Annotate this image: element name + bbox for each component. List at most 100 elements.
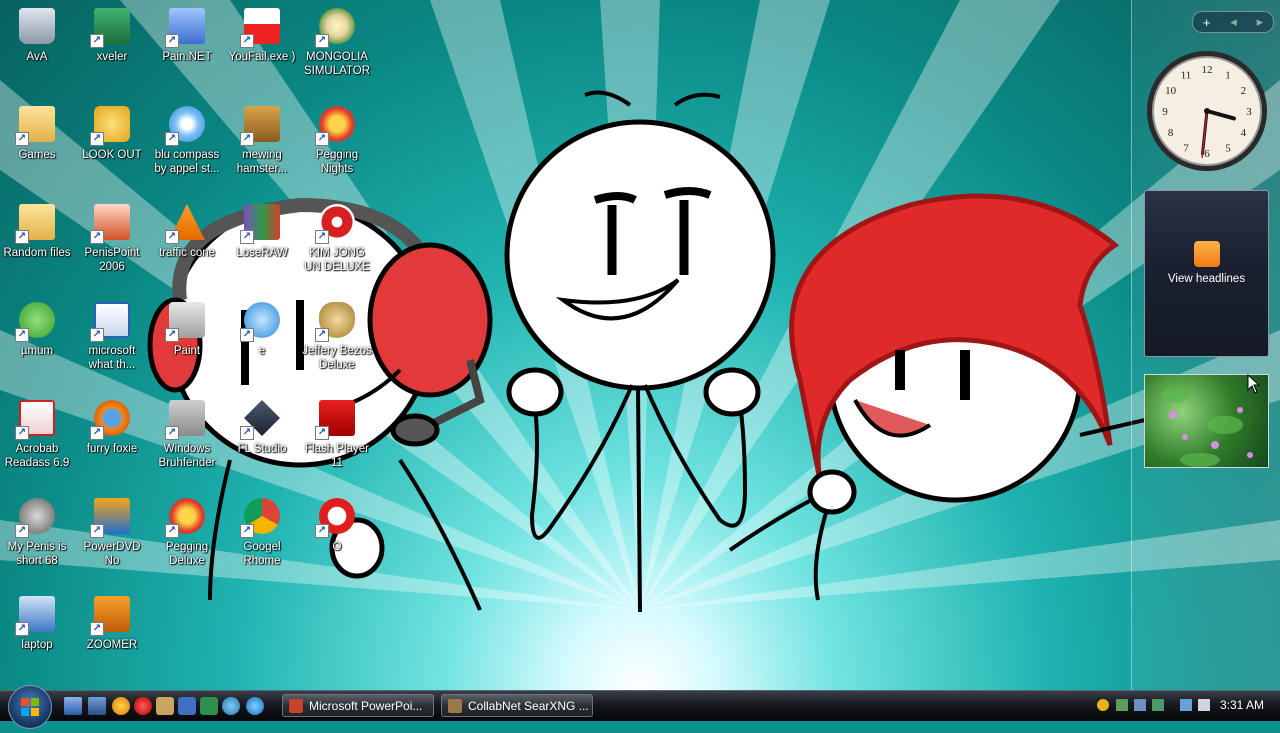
desktop-icon[interactable]: ↗ PenisPoint 2006 — [75, 200, 149, 274]
desktop-icon[interactable]: ↗ xveler — [75, 4, 149, 64]
shortcut-arrow-icon: ↗ — [165, 426, 179, 440]
desktop-icon[interactable]: ↗ furry foxie — [75, 396, 149, 456]
desktop-icon-label: Pegging Deluxe — [165, 541, 209, 567]
windows-sidebar: + ◂ ▸ 1 2 3 4 5 6 7 8 9 10 11 12 View headlines — [1131, 0, 1280, 690]
desktop-icon[interactable]: ↗ blu compass by appel st... — [150, 102, 224, 176]
clock-numeral: 10 — [1165, 85, 1177, 97]
tray-app-icon[interactable] — [1134, 699, 1146, 711]
desktop-icon[interactable]: ↗ LoseRAW — [225, 200, 299, 260]
add-gadget-button[interactable]: + — [1203, 15, 1211, 30]
desktop-icon-label: Acrobab Readass 6.9 — [4, 443, 70, 469]
view-headlines-label[interactable]: View headlines — [1145, 273, 1268, 285]
excel-quick-launch-icon[interactable] — [200, 697, 218, 715]
desktop-icon[interactable]: ↗ Paint — [150, 298, 224, 358]
desktop-icon[interactable]: ↗ Pegging Nights — [300, 102, 374, 176]
clock-numeral: 1 — [1225, 70, 1231, 82]
tray-app-icon[interactable] — [1116, 699, 1128, 711]
shortcut-arrow-icon: ↗ — [15, 426, 29, 440]
opera-quick-launch-icon[interactable] — [134, 697, 152, 715]
desktop-icon-label: furry foxie — [86, 443, 138, 455]
next-gadget-page-button[interactable]: ▸ — [1257, 14, 1264, 30]
desktop-icon-label: xveler — [96, 51, 128, 63]
desktop-icon[interactable]: ↗ KIM JONG UN DELUXE — [300, 200, 374, 274]
clock-numeral: 2 — [1241, 85, 1247, 97]
desktop-icon-label: YouFail.exe ) — [228, 51, 296, 63]
switch-windows-icon[interactable] — [88, 697, 106, 715]
clock-numeral: 9 — [1162, 106, 1168, 118]
shortcut-arrow-icon: ↗ — [15, 230, 29, 244]
clock-numeral: 12 — [1202, 64, 1213, 76]
taskbar-window-button[interactable]: CollabNet SearXNG ... — [441, 694, 593, 717]
quick-launch-app-icon[interactable] — [156, 697, 174, 715]
desktop-icon[interactable]: ↗ microsoft what th... — [75, 298, 149, 372]
quick-launch-app-icon[interactable] — [112, 697, 130, 715]
show-desktop-icon[interactable] — [64, 697, 82, 715]
taskbar-window-button[interactable]: Microsoft PowerPoi... — [282, 694, 434, 717]
feed-headlines-gadget[interactable]: View headlines — [1144, 190, 1269, 357]
right-character — [728, 193, 1146, 601]
desktop[interactable]: AvA ↗ xveler ↗ Pain.NET ↗ YouFail.exe ) ↗ MONGOL… — [0, 0, 1280, 690]
volume-icon[interactable] — [1198, 699, 1210, 711]
desktop-icon[interactable]: ↗ Windows Bruhfender — [150, 396, 224, 470]
desktop-icon-label: PowerDVD No — [83, 541, 141, 567]
taskbar: Microsoft PowerPoi... CollabNet SearXNG .… — [0, 685, 1280, 729]
desktop-icon[interactable]: ↗ My Penis is short 68 — [0, 494, 74, 568]
desktop-icon[interactable]: ↗ laptop — [0, 592, 74, 652]
desktop-icon[interactable]: ↗ MONGOLIA SIMULATOR — [300, 4, 374, 78]
desktop-icon[interactable]: AvA — [0, 4, 74, 64]
recycle-bin-icon — [19, 8, 55, 44]
shortcut-arrow-icon: ↗ — [15, 328, 29, 342]
desktop-icon[interactable]: ↗ PowerDVD No — [75, 494, 149, 568]
shortcut-arrow-icon: ↗ — [15, 524, 29, 538]
desktop-icon[interactable]: ↗ YouFail.exe ) — [225, 4, 299, 64]
shortcut-arrow-icon: ↗ — [165, 328, 179, 342]
clock-numeral: 3 — [1246, 106, 1252, 118]
shortcut-arrow-icon: ↗ — [240, 230, 254, 244]
clock-numeral: 7 — [1183, 142, 1189, 154]
tray-clock[interactable]: 3:31 AM — [1220, 698, 1264, 712]
shortcut-arrow-icon: ↗ — [90, 524, 104, 538]
quick-launch-app-icon[interactable] — [222, 697, 240, 715]
desktop-icon[interactable]: ↗ Random files — [0, 200, 74, 260]
collabnet-icon — [448, 699, 462, 713]
desktop-icon[interactable]: ↗ Flash Player 11 — [300, 396, 374, 470]
desktop-icon-label: LoseRAW — [236, 247, 288, 259]
desktop-icon-label: blu compass by appel st... — [154, 149, 220, 175]
desktop-icon[interactable]: ↗ O — [300, 494, 374, 554]
shortcut-arrow-icon: ↗ — [315, 230, 329, 244]
desktop-icon[interactable]: ↗ e — [225, 298, 299, 358]
desktop-icon[interactable]: ↗ FL Studio — [225, 396, 299, 456]
start-button[interactable] — [8, 685, 52, 729]
desktop-icon-label: Games — [18, 149, 56, 161]
desktop-icon-label: mewing hamster... — [236, 149, 288, 175]
shortcut-arrow-icon: ↗ — [165, 524, 179, 538]
shortcut-arrow-icon: ↗ — [90, 622, 104, 636]
desktop-icon-label: µmum — [20, 345, 54, 357]
tray-app-icon[interactable] — [1152, 699, 1164, 711]
desktop-icon[interactable]: ↗ Acrobab Readass 6.9 — [0, 396, 74, 470]
internet-explorer-quick-launch-icon[interactable] — [246, 697, 264, 715]
network-icon[interactable] — [1180, 699, 1192, 711]
desktop-icon[interactable]: ↗ Googel Rhome — [225, 494, 299, 568]
desktop-icon[interactable]: ↗ µmum — [0, 298, 74, 358]
quick-launch-app-icon[interactable] — [178, 697, 196, 715]
desktop-icon[interactable]: ↗ LOOK OUT — [75, 102, 149, 162]
shortcut-arrow-icon: ↗ — [240, 328, 254, 342]
desktop-icon[interactable]: ↗ traffic cone — [150, 200, 224, 260]
desktop-icon[interactable]: ↗ Pain.NET — [150, 4, 224, 64]
desktop-icon-label: LOOK OUT — [82, 149, 142, 161]
desktop-icon[interactable]: ↗ ZOOMER — [75, 592, 149, 652]
desktop-icon[interactable]: ↗ Pegging Deluxe — [150, 494, 224, 568]
desktop-icon[interactable]: ↗ mewing hamster... — [225, 102, 299, 176]
rss-feed-icon — [1193, 241, 1220, 267]
prev-gadget-page-button[interactable]: ◂ — [1230, 14, 1237, 30]
taskbar-window-label: Microsoft PowerPoi... — [309, 699, 423, 713]
powerpoint-icon — [289, 699, 303, 713]
clock-gadget[interactable]: 1234567891011 12 — [1144, 48, 1270, 174]
sidebar-controls: + ◂ ▸ — [1192, 11, 1274, 33]
desktop-icon[interactable]: ↗ Jeffery Bezos Deluxe — [300, 298, 374, 372]
desktop-icon-label: KIM JONG UN DELUXE — [304, 247, 370, 273]
shortcut-arrow-icon: ↗ — [240, 524, 254, 538]
security-shield-icon[interactable] — [1097, 699, 1109, 711]
desktop-icon[interactable]: ↗ Games — [0, 102, 74, 162]
